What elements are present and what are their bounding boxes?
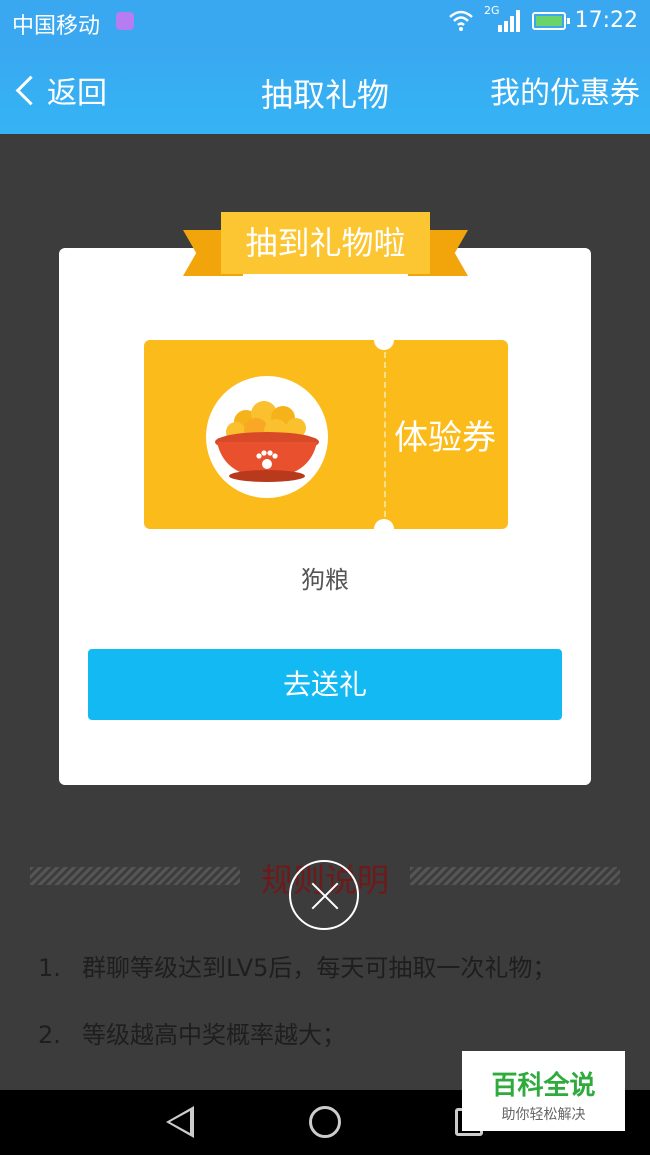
watermark-title: 百科全说 bbox=[491, 1071, 596, 1101]
dog-food-bowl-icon bbox=[215, 401, 319, 482]
ticket-notch-top bbox=[374, 340, 394, 350]
gift-image bbox=[206, 376, 328, 498]
nav-back-icon[interactable] bbox=[166, 1106, 194, 1138]
watermark: 百科全说 助你轻松解决 bbox=[462, 1051, 625, 1131]
rule-item: 1. 群聊等级达到LV5后，每天可抽取一次礼物； bbox=[38, 948, 556, 983]
carrier-name: 中国移动 bbox=[12, 14, 101, 39]
rule-number: 2. bbox=[38, 1021, 61, 1049]
rule-text: 群聊等级达到LV5后，每天可抽取一次礼物； bbox=[82, 954, 557, 982]
send-gift-button[interactable]: 去送礼 bbox=[88, 649, 562, 720]
ticket-notch-bottom bbox=[374, 519, 394, 529]
rule-text: 等级越高中奖概率越大； bbox=[82, 1021, 346, 1049]
close-icon[interactable] bbox=[289, 860, 359, 930]
signal-icon bbox=[498, 10, 520, 32]
ticket-label: 体验券 bbox=[394, 418, 496, 458]
gift-name: 狗粮 bbox=[301, 566, 349, 594]
rule-number: 1. bbox=[38, 954, 61, 982]
app-header: 返回 抽取礼物 我的优惠券 bbox=[0, 44, 650, 134]
sim-icon bbox=[116, 12, 134, 30]
battery-icon bbox=[532, 12, 570, 30]
status-bar: 中国移动 2G 17:22 bbox=[0, 0, 650, 44]
clock: 17:22 bbox=[574, 8, 638, 33]
ticket-perforation bbox=[384, 352, 386, 517]
banner-title: 抽到礼物啦 bbox=[221, 212, 430, 274]
coupon-ticket: 体验券 bbox=[144, 340, 508, 529]
my-coupons-link[interactable]: 我的优惠券 bbox=[490, 68, 640, 112]
rule-item: 2. 等级越高中奖概率越大； bbox=[38, 1015, 346, 1050]
watermark-subtitle: 助你轻松解决 bbox=[501, 1107, 586, 1123]
dialog-banner: 抽到礼物啦 bbox=[183, 212, 468, 276]
nav-home-icon[interactable] bbox=[309, 1106, 341, 1138]
wifi-icon bbox=[449, 10, 473, 31]
